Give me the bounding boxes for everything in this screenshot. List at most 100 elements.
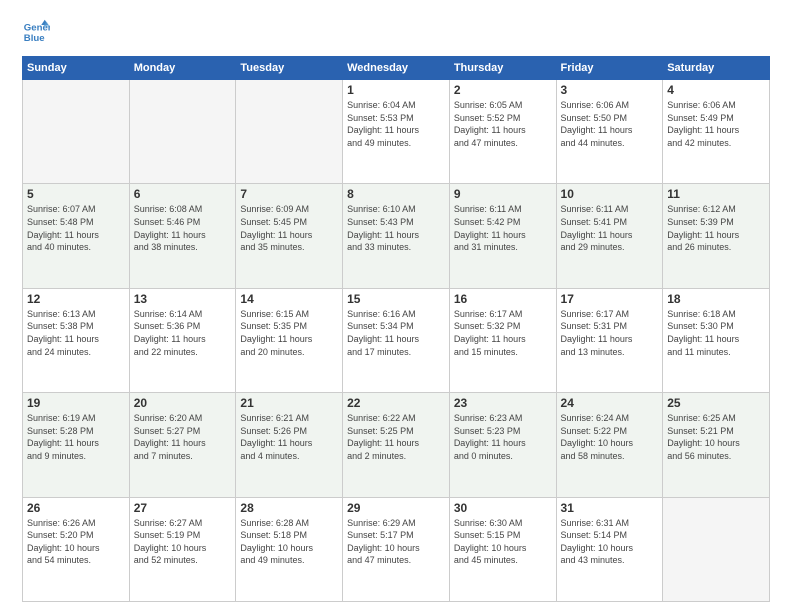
day-number: 30 xyxy=(454,501,552,515)
calendar-day-cell: 27Sunrise: 6:27 AM Sunset: 5:19 PM Dayli… xyxy=(129,497,236,601)
day-number: 21 xyxy=(240,396,338,410)
day-number: 12 xyxy=(27,292,125,306)
day-info: Sunrise: 6:11 AM Sunset: 5:41 PM Dayligh… xyxy=(561,203,659,253)
calendar-day-cell: 23 Sunrise: 6:23 AM Sunset: 5:23 PM Dayli… xyxy=(449,393,556,497)
svg-text:Blue: Blue xyxy=(24,33,45,44)
calendar-day-cell: 5 Sunrise: 6:07 AM Sunset: 5:48 PM Daylig… xyxy=(23,184,130,288)
calendar-day-cell: 10 Sunrise: 6:11 AM Sunset: 5:41 PM Dayli… xyxy=(556,184,663,288)
day-number: 26 xyxy=(27,501,125,515)
day-number: 23 xyxy=(454,396,552,410)
day-info: Sunrise: 6:09 AM Sunset: 5:45 PM Dayligh… xyxy=(240,203,338,253)
day-info: Sunrise: 6:05 AM Sunset: 5:52 PM Dayligh… xyxy=(454,99,552,149)
calendar-day-cell xyxy=(23,80,130,184)
day-info: Sunrise: 6:21 AM Sunset: 5:26 PM Dayligh… xyxy=(240,412,338,462)
logo: General Blue xyxy=(22,18,54,46)
day-info: Sunrise: 6:24 AM Sunset: 5:22 PM Dayligh… xyxy=(561,412,659,462)
day-number: 31 xyxy=(561,501,659,515)
calendar-week-row: 19 Sunrise: 6:19 AM Sunset: 5:28 PM Dayli… xyxy=(23,393,770,497)
calendar-day-cell: 1Sunrise: 6:04 AM Sunset: 5:53 PM Daylig… xyxy=(343,80,450,184)
day-info: Sunrise: 6:16 AM Sunset: 5:34 PM Dayligh… xyxy=(347,308,445,358)
calendar-day-cell: 31 Sunrise: 6:31 AM Sunset: 5:14 PM Dayli… xyxy=(556,497,663,601)
calendar-day-cell: 17Sunrise: 6:17 AM Sunset: 5:31 PM Dayli… xyxy=(556,288,663,392)
weekday-header-saturday: Saturday xyxy=(663,57,770,80)
logo-icon: General Blue xyxy=(22,18,50,46)
day-number: 28 xyxy=(240,501,338,515)
calendar-day-cell: 11Sunrise: 6:12 AM Sunset: 5:39 PM Dayli… xyxy=(663,184,770,288)
day-info: Sunrise: 6:17 AM Sunset: 5:32 PM Dayligh… xyxy=(454,308,552,358)
weekday-header-monday: Monday xyxy=(129,57,236,80)
day-number: 8 xyxy=(347,187,445,201)
day-info: Sunrise: 6:07 AM Sunset: 5:48 PM Dayligh… xyxy=(27,203,125,253)
day-number: 5 xyxy=(27,187,125,201)
day-info: Sunrise: 6:12 AM Sunset: 5:39 PM Dayligh… xyxy=(667,203,765,253)
calendar-week-row: 5 Sunrise: 6:07 AM Sunset: 5:48 PM Daylig… xyxy=(23,184,770,288)
calendar-day-cell: 3Sunrise: 6:06 AM Sunset: 5:50 PM Daylig… xyxy=(556,80,663,184)
day-number: 13 xyxy=(134,292,232,306)
day-number: 19 xyxy=(27,396,125,410)
calendar-day-cell: 13 Sunrise: 6:14 AM Sunset: 5:36 PM Dayli… xyxy=(129,288,236,392)
day-info: Sunrise: 6:29 AM Sunset: 5:17 PM Dayligh… xyxy=(347,517,445,567)
day-info: Sunrise: 6:31 AM Sunset: 5:14 PM Dayligh… xyxy=(561,517,659,567)
day-number: 16 xyxy=(454,292,552,306)
day-number: 20 xyxy=(134,396,232,410)
day-info: Sunrise: 6:19 AM Sunset: 5:28 PM Dayligh… xyxy=(27,412,125,462)
weekday-header-sunday: Sunday xyxy=(23,57,130,80)
calendar-day-cell: 6 Sunrise: 6:08 AM Sunset: 5:46 PM Daylig… xyxy=(129,184,236,288)
day-number: 14 xyxy=(240,292,338,306)
weekday-header-wednesday: Wednesday xyxy=(343,57,450,80)
day-info: Sunrise: 6:13 AM Sunset: 5:38 PM Dayligh… xyxy=(27,308,125,358)
day-info: Sunrise: 6:04 AM Sunset: 5:53 PM Dayligh… xyxy=(347,99,445,149)
day-info: Sunrise: 6:25 AM Sunset: 5:21 PM Dayligh… xyxy=(667,412,765,462)
day-info: Sunrise: 6:15 AM Sunset: 5:35 PM Dayligh… xyxy=(240,308,338,358)
weekday-header-friday: Friday xyxy=(556,57,663,80)
calendar-day-cell: 7 Sunrise: 6:09 AM Sunset: 5:45 PM Daylig… xyxy=(236,184,343,288)
header: General Blue xyxy=(22,18,770,46)
calendar-day-cell xyxy=(236,80,343,184)
calendar-table: SundayMondayTuesdayWednesdayThursdayFrid… xyxy=(22,56,770,602)
day-info: Sunrise: 6:10 AM Sunset: 5:43 PM Dayligh… xyxy=(347,203,445,253)
calendar-day-cell: 12 Sunrise: 6:13 AM Sunset: 5:38 PM Dayli… xyxy=(23,288,130,392)
day-number: 7 xyxy=(240,187,338,201)
calendar-week-row: 26Sunrise: 6:26 AM Sunset: 5:20 PM Dayli… xyxy=(23,497,770,601)
calendar-day-cell: 24 Sunrise: 6:24 AM Sunset: 5:22 PM Dayli… xyxy=(556,393,663,497)
calendar-day-cell: 25 Sunrise: 6:25 AM Sunset: 5:21 PM Dayli… xyxy=(663,393,770,497)
calendar-day-cell: 19 Sunrise: 6:19 AM Sunset: 5:28 PM Dayli… xyxy=(23,393,130,497)
day-number: 3 xyxy=(561,83,659,97)
day-info: Sunrise: 6:17 AM Sunset: 5:31 PM Dayligh… xyxy=(561,308,659,358)
day-number: 2 xyxy=(454,83,552,97)
calendar-day-cell: 29Sunrise: 6:29 AM Sunset: 5:17 PM Dayli… xyxy=(343,497,450,601)
day-number: 22 xyxy=(347,396,445,410)
day-number: 6 xyxy=(134,187,232,201)
day-info: Sunrise: 6:06 AM Sunset: 5:49 PM Dayligh… xyxy=(667,99,765,149)
day-info: Sunrise: 6:20 AM Sunset: 5:27 PM Dayligh… xyxy=(134,412,232,462)
calendar-day-cell: 20 Sunrise: 6:20 AM Sunset: 5:27 PM Dayli… xyxy=(129,393,236,497)
calendar-day-cell: 9Sunrise: 6:11 AM Sunset: 5:42 PM Daylig… xyxy=(449,184,556,288)
day-info: Sunrise: 6:14 AM Sunset: 5:36 PM Dayligh… xyxy=(134,308,232,358)
day-number: 27 xyxy=(134,501,232,515)
calendar-day-cell xyxy=(129,80,236,184)
calendar-day-cell: 26Sunrise: 6:26 AM Sunset: 5:20 PM Dayli… xyxy=(23,497,130,601)
day-number: 24 xyxy=(561,396,659,410)
calendar-day-cell: 22 Sunrise: 6:22 AM Sunset: 5:25 PM Dayli… xyxy=(343,393,450,497)
day-number: 10 xyxy=(561,187,659,201)
calendar-week-row: 1Sunrise: 6:04 AM Sunset: 5:53 PM Daylig… xyxy=(23,80,770,184)
calendar-day-cell: 30 Sunrise: 6:30 AM Sunset: 5:15 PM Dayli… xyxy=(449,497,556,601)
calendar-day-cell: 16 Sunrise: 6:17 AM Sunset: 5:32 PM Dayli… xyxy=(449,288,556,392)
calendar-day-cell: 21 Sunrise: 6:21 AM Sunset: 5:26 PM Dayli… xyxy=(236,393,343,497)
day-number: 25 xyxy=(667,396,765,410)
weekday-header-tuesday: Tuesday xyxy=(236,57,343,80)
calendar-day-cell: 8 Sunrise: 6:10 AM Sunset: 5:43 PM Daylig… xyxy=(343,184,450,288)
day-info: Sunrise: 6:23 AM Sunset: 5:23 PM Dayligh… xyxy=(454,412,552,462)
day-number: 4 xyxy=(667,83,765,97)
day-info: Sunrise: 6:18 AM Sunset: 5:30 PM Dayligh… xyxy=(667,308,765,358)
calendar-day-cell: 15Sunrise: 6:16 AM Sunset: 5:34 PM Dayli… xyxy=(343,288,450,392)
day-number: 18 xyxy=(667,292,765,306)
day-info: Sunrise: 6:30 AM Sunset: 5:15 PM Dayligh… xyxy=(454,517,552,567)
day-info: Sunrise: 6:11 AM Sunset: 5:42 PM Dayligh… xyxy=(454,203,552,253)
day-info: Sunrise: 6:08 AM Sunset: 5:46 PM Dayligh… xyxy=(134,203,232,253)
day-info: Sunrise: 6:28 AM Sunset: 5:18 PM Dayligh… xyxy=(240,517,338,567)
weekday-header-thursday: Thursday xyxy=(449,57,556,80)
calendar-day-cell: 2 Sunrise: 6:05 AM Sunset: 5:52 PM Daylig… xyxy=(449,80,556,184)
day-info: Sunrise: 6:22 AM Sunset: 5:25 PM Dayligh… xyxy=(347,412,445,462)
page: General Blue SundayMondayTuesdayWednesda… xyxy=(0,0,792,612)
